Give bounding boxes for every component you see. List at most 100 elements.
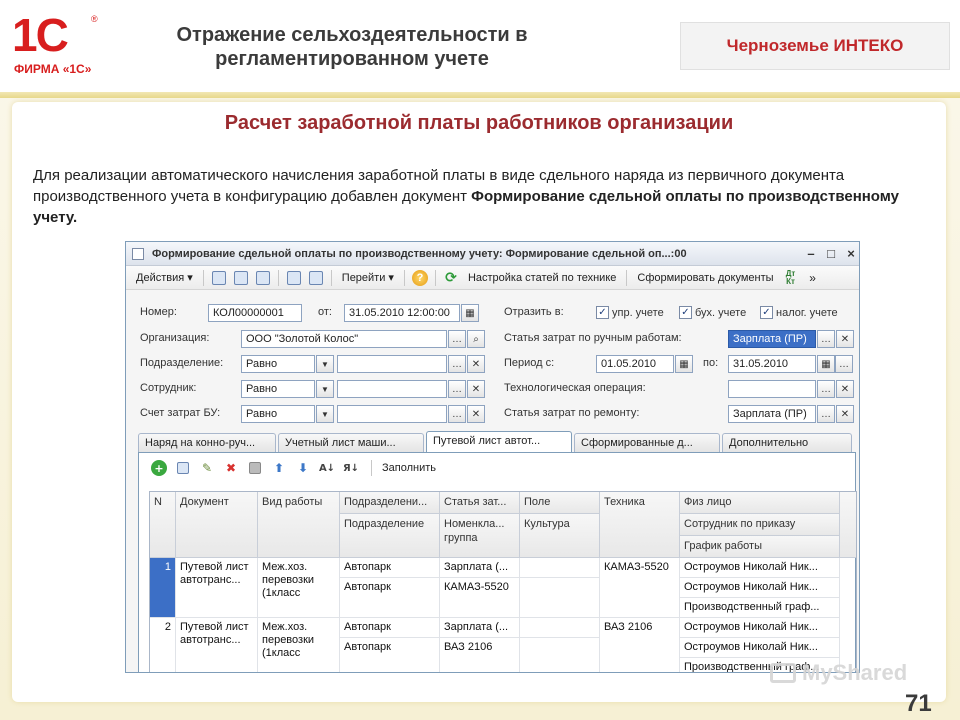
report-icon[interactable] — [307, 269, 325, 287]
column-header[interactable]: Сотрудник по приказу — [680, 514, 840, 536]
goto-menu[interactable]: Перейти ▾ — [336, 271, 400, 284]
refresh-icon[interactable]: ⟳ — [442, 269, 460, 287]
select-button[interactable]: … — [817, 405, 835, 423]
calendar-icon[interactable]: ▦ — [817, 355, 835, 373]
fill-button[interactable]: Заполнить — [376, 462, 442, 474]
table-cell[interactable]: Меж.хоз. перевозки (1класс — [258, 558, 340, 618]
close-icon[interactable]: × — [843, 246, 859, 261]
column-header[interactable]: Техника — [600, 492, 680, 558]
dept-condition[interactable]: Равно — [241, 355, 315, 373]
date-field[interactable]: 31.05.2010 12:00:00 — [344, 304, 460, 322]
table-cell[interactable] — [520, 618, 600, 638]
clear-icon[interactable]: ✕ — [836, 330, 854, 348]
table-cell[interactable]: Зарплата (... — [440, 618, 520, 638]
actions-menu[interactable]: Действия ▾ — [130, 271, 199, 284]
checkbox-nal[interactable]: ✓ налог. учете — [760, 306, 838, 319]
minimize-icon[interactable]: – — [803, 246, 819, 261]
emp-condition[interactable]: Равно — [241, 380, 315, 398]
table-cell[interactable]: ВАЗ 2106 — [440, 638, 520, 672]
post-icon[interactable] — [210, 269, 228, 287]
table-cell[interactable]: Автопарк — [340, 618, 440, 638]
table-cell[interactable]: Автопарк — [340, 638, 440, 672]
clear-icon[interactable]: ✕ — [467, 380, 485, 398]
clear-icon[interactable]: ✕ — [467, 405, 485, 423]
select-button[interactable]: … — [448, 330, 466, 348]
setup-button[interactable]: Настройка статей по технике — [462, 272, 622, 284]
checkbox-buh[interactable]: ✓ бух. учете — [679, 306, 746, 319]
calendar-icon[interactable]: ▦ — [675, 355, 693, 373]
select-button[interactable]: … — [817, 380, 835, 398]
select-period-button[interactable]: … — [835, 355, 853, 373]
chevron-down-icon[interactable]: ▼ — [316, 380, 334, 398]
chevron-down-icon[interactable]: ▼ — [316, 405, 334, 423]
period-to-field[interactable]: 31.05.2010 — [728, 355, 816, 373]
tech-op-field[interactable] — [728, 380, 816, 398]
column-header[interactable]: График работы — [680, 536, 840, 558]
table-cell[interactable]: Остроумов Николай Ник... — [680, 618, 840, 638]
end-edit-icon[interactable] — [247, 460, 263, 476]
column-header[interactable]: Культура — [520, 514, 600, 558]
column-header[interactable]: Статья зат... — [440, 492, 520, 514]
table-cell[interactable]: Остроумов Николай Ник... — [680, 638, 840, 658]
table-cell[interactable]: Зарплата (... — [440, 558, 520, 578]
edit-icon[interactable]: ✎ — [199, 460, 215, 476]
cost-repair-field[interactable]: Зарплата (ПР) — [728, 405, 816, 423]
calendar-icon[interactable]: ▦ — [461, 304, 479, 322]
clear-icon[interactable]: ✕ — [836, 380, 854, 398]
table-cell[interactable]: Остроумов Николай Ник... — [680, 578, 840, 598]
row-number[interactable]: 1 — [150, 558, 176, 618]
tab-additional[interactable]: Дополнительно — [722, 433, 852, 453]
emp-value-field[interactable] — [337, 380, 447, 398]
help-icon[interactable]: ? — [411, 269, 429, 287]
form-documents-button[interactable]: Сформировать документы — [631, 272, 779, 284]
row-number[interactable]: 2 — [150, 618, 176, 672]
column-header[interactable]: Подразделение — [340, 514, 440, 558]
select-button[interactable]: … — [448, 355, 466, 373]
table-cell[interactable]: ВАЗ 2106 — [600, 618, 680, 672]
table-cell[interactable]: Производственный граф... — [680, 598, 840, 618]
column-header[interactable]: Физ лицо — [680, 492, 840, 514]
move-down-icon[interactable]: ⬇ — [295, 460, 311, 476]
chevron-down-icon[interactable]: ▼ — [316, 355, 334, 373]
copy-icon[interactable] — [254, 269, 272, 287]
tab-waybill[interactable]: Путевой лист автот... — [426, 431, 572, 453]
table-cell[interactable]: КАМАЗ-5520 — [440, 578, 520, 618]
table-cell[interactable]: Остроумов Николай Ник... — [680, 558, 840, 578]
table-cell[interactable]: Автопарк — [340, 578, 440, 618]
table-cell[interactable]: КАМАЗ-5520 — [600, 558, 680, 618]
table-cell[interactable]: Меж.хоз. перевозки (1класс — [258, 618, 340, 672]
search-icon[interactable]: ⌕ — [467, 330, 485, 348]
tab-formed-docs[interactable]: Сформированные д... — [574, 433, 720, 453]
table-cell[interactable]: Автопарк — [340, 558, 440, 578]
table-cell[interactable] — [520, 638, 600, 672]
move-up-icon[interactable]: ⬆ — [271, 460, 287, 476]
account-condition[interactable]: Равно — [241, 405, 315, 423]
org-field[interactable]: ООО "Золотой Колос" — [241, 330, 447, 348]
table-cell[interactable]: Путевой лист автотранс... — [176, 618, 258, 672]
table-cell[interactable] — [520, 558, 600, 578]
dtkt-icon[interactable]: Дт Кт — [782, 269, 800, 287]
delete-icon[interactable]: ✖ — [223, 460, 239, 476]
tab-horse-order[interactable]: Наряд на конно-руч... — [138, 433, 276, 453]
table-cell[interactable] — [520, 578, 600, 618]
select-button[interactable]: … — [448, 405, 466, 423]
more-icon[interactable]: » — [804, 269, 822, 287]
column-header[interactable]: N — [150, 492, 176, 558]
tab-machine-sheet[interactable]: Учетный лист маши... — [278, 433, 424, 453]
move-icon[interactable] — [285, 269, 303, 287]
maximize-icon[interactable]: □ — [823, 246, 839, 261]
select-button[interactable]: … — [817, 330, 835, 348]
select-button[interactable]: … — [448, 380, 466, 398]
clear-icon[interactable]: ✕ — [467, 355, 485, 373]
period-from-field[interactable]: 01.05.2010 — [596, 355, 674, 373]
copy-row-icon[interactable] — [175, 460, 191, 476]
column-header[interactable]: Вид работы — [258, 492, 340, 558]
clear-icon[interactable]: ✕ — [836, 405, 854, 423]
number-field[interactable]: КОЛ00000001 — [208, 304, 302, 322]
sort-asc-icon[interactable]: A↓ — [319, 460, 335, 476]
cost-manual-field[interactable]: Зарплата (ПР) — [728, 330, 816, 348]
sort-desc-icon[interactable]: Я↓ — [343, 460, 359, 476]
save-icon[interactable] — [232, 269, 250, 287]
table-cell[interactable]: Путевой лист автотранс... — [176, 558, 258, 618]
column-header[interactable]: Документ — [176, 492, 258, 558]
